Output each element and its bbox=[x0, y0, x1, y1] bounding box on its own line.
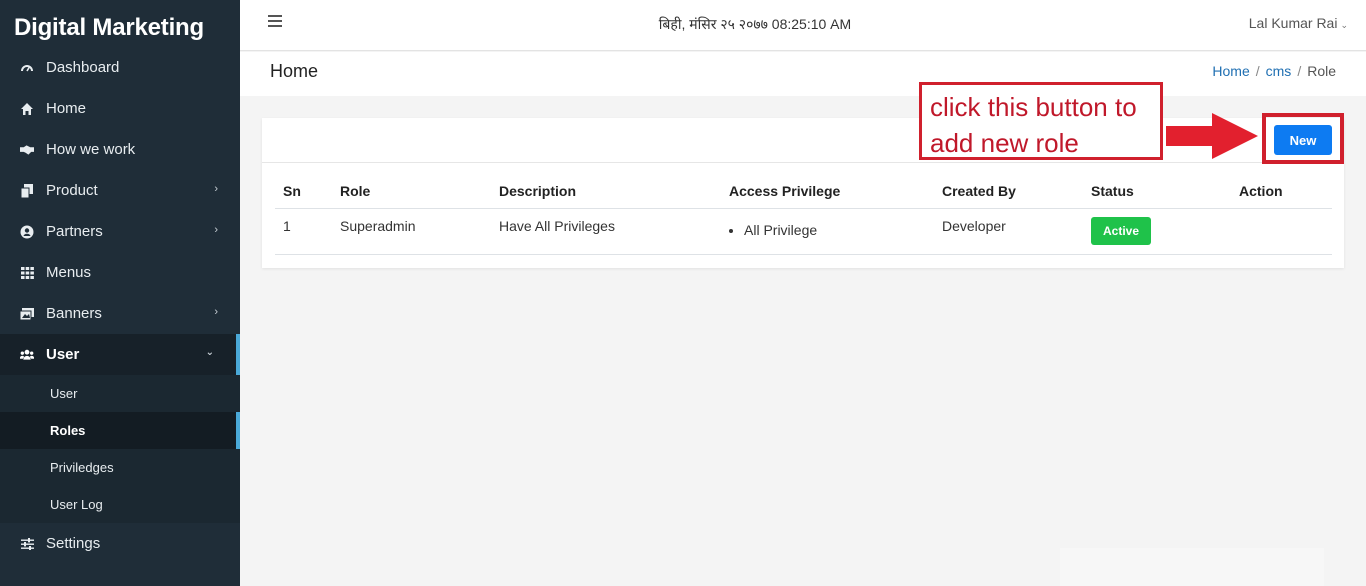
sidebar-subitem-user-log[interactable]: User Log bbox=[0, 486, 240, 523]
cell-sn: 1 bbox=[275, 208, 332, 255]
sidebar-item-label: User bbox=[46, 346, 80, 363]
cell-status: Active bbox=[1083, 208, 1231, 255]
users-icon bbox=[20, 348, 34, 362]
sidebar-item-partners[interactable]: Partners › bbox=[0, 211, 240, 252]
page-title: Home bbox=[270, 61, 319, 81]
breadcrumb-separator: / bbox=[1297, 63, 1302, 79]
cell-role: Superadmin bbox=[332, 208, 491, 255]
cell-description: Have All Privileges bbox=[491, 208, 721, 255]
footer-area bbox=[1060, 548, 1324, 586]
sidebar-item-label: Partners bbox=[46, 223, 103, 240]
column-header-sn: Sn bbox=[275, 174, 332, 209]
chevron-down-icon: ⌄ bbox=[205, 347, 214, 358]
nepali-datetime: बिही, मंसिर २५ २०७७ 08:25:10 AM bbox=[658, 16, 852, 32]
sidebar-item-label: Dashboard bbox=[46, 59, 120, 76]
sidebar-subitem-roles[interactable]: Roles bbox=[0, 412, 240, 449]
sidebar-subitem-label: Roles bbox=[50, 423, 86, 438]
sidebar-item-banners[interactable]: Banners › bbox=[0, 293, 240, 334]
home-icon bbox=[20, 102, 34, 116]
sidebar: Digital Marketing Dashboard Home How we … bbox=[0, 0, 240, 586]
chevron-right-icon: › bbox=[214, 224, 218, 236]
chevron-down-icon: ⌄ bbox=[1340, 20, 1348, 30]
copy-icon bbox=[20, 183, 34, 198]
roles-table: Sn Role Description Access Privilege Cre… bbox=[275, 174, 1332, 255]
cell-created-by: Developer bbox=[934, 208, 1083, 255]
column-header-action: Action bbox=[1231, 174, 1332, 209]
sidebar-subitem-label: Priviledges bbox=[50, 460, 114, 475]
sidebar-subitem-priviledges[interactable]: Priviledges bbox=[0, 449, 240, 486]
user-name: Lal Kumar Rai bbox=[1248, 15, 1338, 31]
sidebar-item-label: Menus bbox=[46, 264, 92, 281]
user-menu[interactable]: Lal Kumar Rai ⌄ bbox=[1249, 15, 1348, 31]
breadcrumb-home[interactable]: Home bbox=[1212, 63, 1249, 79]
sidebar-item-label: Product bbox=[46, 182, 98, 199]
sidebar-subitem-label: User Log bbox=[50, 497, 103, 512]
chevron-right-icon: › bbox=[214, 306, 218, 318]
column-header-created-by: Created By bbox=[934, 174, 1083, 209]
breadcrumb-cms[interactable]: cms bbox=[1266, 63, 1292, 79]
annotation-callout: click this button to add new role bbox=[919, 82, 1163, 160]
annotation-line: add new role bbox=[930, 128, 1079, 158]
column-header-access-privilege: Access Privilege bbox=[721, 174, 934, 209]
privilege-item: All Privilege bbox=[744, 222, 934, 238]
sidebar-item-menus[interactable]: Menus bbox=[0, 252, 240, 293]
sidebar-item-label: Banners bbox=[46, 305, 102, 322]
table-row: 1 Superadmin Have All Privileges All Pri… bbox=[275, 208, 1332, 255]
sidebar-item-home[interactable]: Home bbox=[0, 88, 240, 129]
images-icon bbox=[20, 307, 34, 321]
sidebar-item-label: How we work bbox=[46, 141, 136, 158]
breadcrumb-current: Role bbox=[1307, 63, 1336, 79]
sidebar-item-settings[interactable]: Settings bbox=[0, 523, 240, 564]
breadcrumb-separator: / bbox=[1255, 63, 1260, 79]
sliders-icon bbox=[20, 537, 34, 551]
table-header-row: Sn Role Description Access Privilege Cre… bbox=[275, 174, 1332, 209]
annotation-highlight-box bbox=[1262, 113, 1344, 164]
status-badge[interactable]: Active bbox=[1091, 216, 1152, 245]
annotation-line: click this button to bbox=[930, 92, 1137, 122]
annotation-arrow-icon bbox=[1166, 113, 1258, 159]
sidebar-item-product[interactable]: Product › bbox=[0, 170, 240, 211]
annotation-text: click this button to add new role bbox=[930, 89, 1137, 161]
column-header-status: Status bbox=[1083, 174, 1231, 209]
sidebar-item-label: Home bbox=[46, 100, 87, 117]
page-header: Home Home / cms / Role bbox=[240, 52, 1366, 96]
handshake-icon bbox=[20, 143, 34, 157]
gauge-icon bbox=[20, 61, 34, 75]
column-header-role: Role bbox=[332, 174, 491, 209]
sidebar-subitem-label: User bbox=[50, 386, 78, 401]
sidebar-item-how-we-work[interactable]: How we work bbox=[0, 129, 240, 170]
cell-action bbox=[1231, 208, 1332, 255]
grid-icon bbox=[20, 266, 34, 280]
chevron-right-icon: › bbox=[214, 183, 218, 195]
cell-access-privilege: All Privilege bbox=[721, 208, 934, 255]
sidebar-subitem-user[interactable]: User bbox=[0, 375, 240, 412]
breadcrumb: Home / cms / Role bbox=[1212, 63, 1336, 79]
sidebar-item-user[interactable]: User ⌄ bbox=[0, 334, 240, 375]
column-header-description: Description bbox=[491, 174, 721, 209]
sidebar-item-dashboard[interactable]: Dashboard bbox=[0, 47, 240, 88]
sidebar-item-label: Settings bbox=[46, 535, 101, 552]
topbar: बिही, मंसिर २५ २०७७ 08:25:10 AM Lal Kuma… bbox=[240, 0, 1366, 51]
user-circle-icon bbox=[20, 225, 34, 239]
